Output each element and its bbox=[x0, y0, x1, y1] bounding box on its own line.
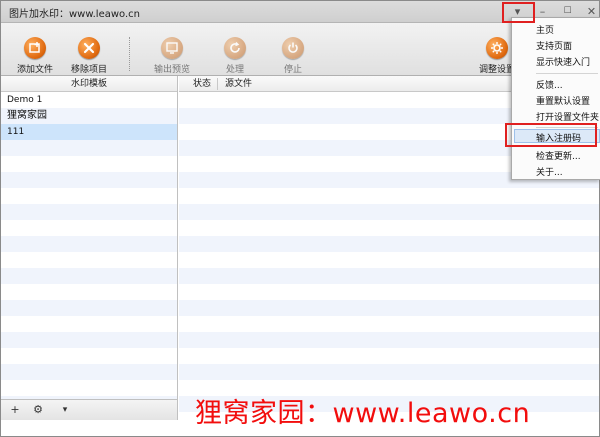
empty-row bbox=[1, 316, 177, 332]
output-preview-button[interactable]: 输出预览 bbox=[144, 37, 200, 75]
menu-item-about[interactable]: 关于... bbox=[536, 165, 563, 178]
window-title: 图片加水印：www.leawo.cn bbox=[9, 9, 140, 20]
file-row bbox=[179, 204, 599, 220]
process-icon bbox=[224, 37, 246, 59]
file-row bbox=[179, 348, 599, 364]
menu-item-check-updates[interactable]: 检查更新... bbox=[536, 149, 581, 162]
file-row bbox=[179, 332, 599, 348]
output-preview-icon bbox=[161, 37, 183, 59]
main-dropdown-menu: 主页 支持页面 显示快速入门 反馈... 重置默认设置 打开设置文件夹 输入注册… bbox=[511, 17, 600, 180]
chevron-down-icon[interactable]: ▾ bbox=[57, 403, 73, 417]
menu-item-support[interactable]: 支持页面 bbox=[536, 39, 572, 52]
column-source-file[interactable]: 源文件 bbox=[225, 76, 252, 92]
empty-row bbox=[1, 284, 177, 300]
empty-row bbox=[1, 348, 177, 364]
menu-item-quickstart[interactable]: 显示快速入门 bbox=[536, 55, 590, 68]
add-template-button[interactable]: + bbox=[7, 403, 23, 417]
app-window: 图片加水印：www.leawo.cn ▾ – ☐ ✕ 添加文件 移除项目 输出预… bbox=[0, 0, 600, 437]
file-row bbox=[179, 268, 599, 284]
menu-item-reset-defaults[interactable]: 重置默认设置 bbox=[536, 94, 590, 107]
empty-row bbox=[1, 172, 177, 188]
menu-item-open-settings-folder[interactable]: 打开设置文件夹 bbox=[536, 110, 599, 123]
add-file-button[interactable]: 添加文件 bbox=[7, 37, 63, 75]
stop-label: 停止 bbox=[283, 65, 302, 75]
empty-row bbox=[1, 380, 177, 396]
menu-separator bbox=[536, 73, 598, 74]
empty-row bbox=[1, 300, 177, 316]
menu-item-feedback[interactable]: 反馈... bbox=[536, 78, 563, 91]
file-row bbox=[179, 300, 599, 316]
empty-row bbox=[1, 236, 177, 252]
stop-button[interactable]: 停止 bbox=[265, 37, 321, 75]
output-preview-label: 输出预览 bbox=[153, 65, 190, 75]
process-label: 处理 bbox=[225, 65, 244, 75]
empty-row bbox=[1, 364, 177, 380]
empty-row bbox=[1, 188, 177, 204]
file-row bbox=[179, 252, 599, 268]
empty-row bbox=[1, 204, 177, 220]
file-row bbox=[179, 236, 599, 252]
empty-row bbox=[1, 268, 177, 284]
empty-row bbox=[1, 220, 177, 236]
remove-item-button[interactable]: 移除项目 bbox=[61, 37, 117, 75]
settings-icon bbox=[486, 37, 508, 59]
template-list-header: 水印模板 bbox=[1, 76, 177, 92]
file-row bbox=[179, 188, 599, 204]
annotation-box-dropdown bbox=[502, 2, 535, 23]
annotation-box-register bbox=[505, 123, 597, 147]
template-item-liwo[interactable]: 狸窝家园 bbox=[1, 108, 177, 124]
file-row bbox=[179, 284, 599, 300]
template-panel: 水印模板 Demo 1 狸窝家园 111 bbox=[1, 76, 178, 399]
watermark-text: 狸窝家园：www.leawo.cn bbox=[195, 398, 531, 429]
file-row bbox=[179, 220, 599, 236]
empty-row bbox=[1, 140, 177, 156]
stop-icon bbox=[282, 37, 304, 59]
empty-row bbox=[1, 252, 177, 268]
process-button[interactable]: 处理 bbox=[207, 37, 263, 75]
gear-icon[interactable]: ⚙ bbox=[30, 403, 46, 417]
menu-item-home[interactable]: 主页 bbox=[536, 23, 554, 36]
file-row bbox=[179, 316, 599, 332]
template-item-demo1[interactable]: Demo 1 bbox=[1, 92, 177, 108]
column-status[interactable]: 状态 bbox=[193, 76, 211, 92]
toolbar: 添加文件 移除项目 输出预览 处理 停止 调整设置 bbox=[1, 23, 599, 76]
empty-row bbox=[1, 156, 177, 172]
empty-row bbox=[1, 332, 177, 348]
column-divider bbox=[217, 78, 218, 90]
toolbar-separator bbox=[129, 37, 130, 71]
template-toolbar: + ⚙ ▾ bbox=[1, 399, 178, 420]
file-row bbox=[179, 364, 599, 380]
remove-item-label: 移除项目 bbox=[70, 65, 107, 75]
add-file-label: 添加文件 bbox=[16, 65, 53, 75]
template-item-111[interactable]: 111 bbox=[1, 124, 177, 140]
add-file-icon bbox=[24, 37, 46, 59]
remove-item-icon bbox=[78, 37, 100, 59]
